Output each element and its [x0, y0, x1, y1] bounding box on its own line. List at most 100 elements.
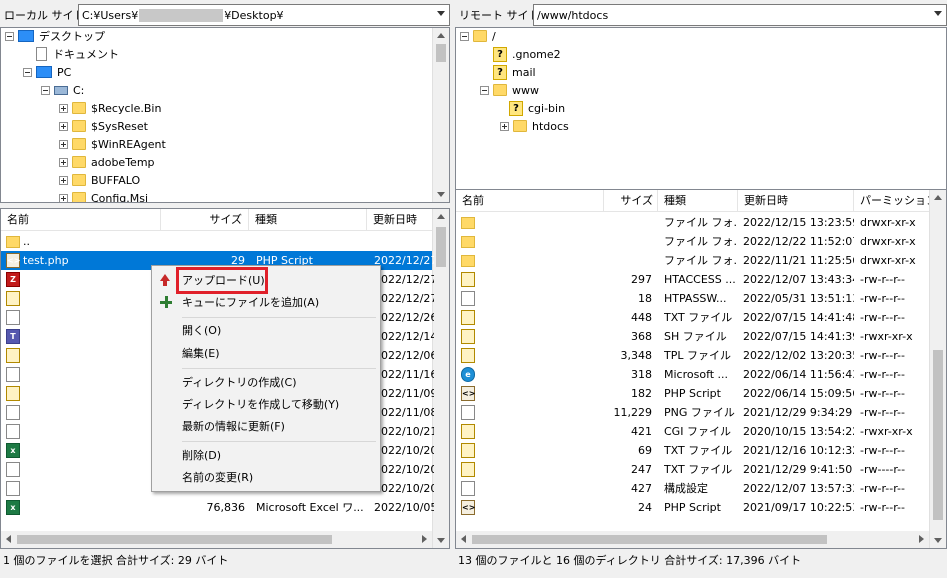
cell-modified: 2022/07/15 14:41:48 — [743, 311, 854, 324]
tree-item[interactable]: デスクトップ — [5, 28, 105, 45]
file-row[interactable]: 368 SH ファイル 2022/07/15 14:41:39 -rwxr-xr-x — [456, 327, 929, 346]
local-path-combo[interactable]: C:¥Users¥ ¥Desktop¥ — [78, 4, 450, 26]
remote-path: /www/htdocs — [537, 8, 609, 22]
tree-item[interactable]: ? mail — [480, 63, 536, 81]
cell-perm: -rw-r--r-- — [860, 292, 905, 305]
scroll-thumb[interactable] — [436, 44, 446, 62]
document-icon — [461, 291, 475, 306]
scroll-up-icon[interactable] — [437, 214, 445, 219]
scroll-thumb[interactable] — [436, 227, 446, 267]
collapse-icon[interactable] — [5, 31, 14, 41]
column-header-type[interactable]: 種類 — [249, 209, 367, 231]
document-icon — [6, 481, 20, 496]
cell-modified: 2022/11/08 — [374, 406, 434, 419]
cell-size: 11,229 — [613, 406, 653, 419]
file-row[interactable]: x 76,836 Microsoft Excel ワ... 2022/10/05 — [1, 498, 434, 517]
tree-item[interactable]: / — [460, 28, 496, 45]
file-row[interactable]: ファイル フォ... 2022/12/22 11:52:07 drwxr-xr-x — [456, 232, 929, 251]
file-row[interactable]: ファイル フォ... 2022/11/21 11:25:56 drwxr-xr-x — [456, 251, 929, 270]
expand-icon[interactable] — [59, 157, 68, 167]
collapse-icon[interactable] — [460, 31, 469, 41]
tree-item[interactable]: ? .gnome2 — [480, 45, 561, 63]
file-row[interactable]: 69 TXT ファイル 2021/12/16 10:12:32 -rw-r--r-- — [456, 441, 929, 460]
tree-item[interactable]: htdocs — [500, 117, 569, 135]
menu-item-create-directory[interactable]: ディレクトリの作成(C) — [182, 373, 297, 393]
file-row[interactable]: 421 CGI ファイル 2020/10/15 13:54:22 -rwxr-xr-x — [456, 422, 929, 441]
file-row[interactable]: <> 182 PHP Script 2022/06/14 15:09:56 -rw-r-… — [456, 384, 929, 403]
local-list-hscrollbar[interactable] — [1, 531, 432, 548]
local-list-scrollbar[interactable] — [432, 209, 449, 548]
expand-icon[interactable] — [500, 121, 509, 131]
tree-item[interactable]: ドキュメント — [23, 45, 119, 63]
file-row[interactable]: 427 構成設定 2022/12/07 13:57:33 -rw-r--r-- — [456, 479, 929, 498]
expand-icon[interactable] — [59, 175, 68, 185]
column-header-size[interactable]: サイズ — [604, 190, 658, 212]
tree-item[interactable]: ? cgi-bin — [496, 99, 565, 117]
cell-modified: 2022/11/09 — [374, 387, 434, 400]
collapse-icon[interactable] — [23, 67, 32, 77]
file-row[interactable]: 448 TXT ファイル 2022/07/15 14:41:48 -rw-r--r-- — [456, 308, 929, 327]
column-header-permissions[interactable]: パーミッション — [854, 190, 934, 212]
menu-item-rename[interactable]: 名前の変更(R) — [182, 468, 253, 488]
hscroll-thumb[interactable] — [472, 535, 827, 544]
collapse-icon[interactable] — [41, 85, 50, 95]
cell-name — [23, 346, 161, 365]
file-row[interactable]: 297 HTACCESS ... 2022/12/07 13:43:34 -rw-r-… — [456, 270, 929, 289]
folder-icon — [72, 192, 86, 202]
file-row[interactable]: 11,229 PNG ファイル 2021/12/29 9:34:29 -rw-r--r… — [456, 403, 929, 422]
menu-item-open[interactable]: 開く(O) — [182, 321, 221, 341]
column-header-modified[interactable]: 更新日時 — [738, 190, 854, 212]
column-header-type[interactable]: 種類 — [658, 190, 738, 212]
menu-item-delete[interactable]: 削除(D) — [182, 446, 221, 466]
file-row[interactable]: e 318 Microsoft ... 2022/06/14 11:56:43 -rw-… — [456, 365, 929, 384]
file-row[interactable]: 3,348 TPL ファイル 2022/12/02 13:20:35 -rw-r--r… — [456, 346, 929, 365]
chevron-down-icon[interactable] — [437, 11, 445, 16]
remote-list-scrollbar[interactable] — [929, 190, 946, 548]
column-header-name[interactable]: 名前 — [456, 190, 604, 212]
menu-item-refresh[interactable]: 最新の情報に更新(F) — [182, 417, 285, 437]
tree-item[interactable]: Config.Msi — [59, 189, 148, 202]
scroll-down-icon[interactable] — [437, 192, 445, 197]
chevron-down-icon[interactable] — [934, 11, 942, 16]
expand-icon[interactable] — [59, 193, 68, 202]
column-header-modified[interactable]: 更新日時 — [367, 209, 437, 231]
collapse-icon[interactable] — [480, 85, 489, 95]
tree-item[interactable]: PC — [23, 63, 71, 81]
scroll-right-icon[interactable] — [422, 535, 427, 543]
expand-icon[interactable] — [59, 139, 68, 149]
tree-item[interactable]: C: — [41, 81, 84, 99]
remote-path-combo[interactable]: /www/htdocs — [533, 4, 947, 26]
expand-icon[interactable] — [59, 121, 68, 131]
menu-item-edit[interactable]: 編集(E) — [182, 344, 220, 364]
tree-item[interactable]: adobeTemp — [59, 153, 155, 171]
remote-list-hscrollbar[interactable] — [456, 531, 929, 548]
scroll-thumb[interactable] — [933, 350, 943, 520]
local-tree-scrollbar[interactable] — [432, 28, 449, 202]
expand-icon[interactable] — [59, 103, 68, 113]
scroll-left-icon[interactable] — [461, 535, 466, 543]
column-header-name[interactable]: 名前 — [1, 209, 161, 231]
scroll-right-icon[interactable] — [919, 535, 924, 543]
scroll-up-icon[interactable] — [934, 195, 942, 200]
tree-item[interactable]: BUFFALO — [59, 171, 140, 189]
file-row[interactable]: 18 HTPASSW... 2022/05/31 13:51:13 -rw-r--r-… — [456, 289, 929, 308]
scroll-down-icon[interactable] — [437, 538, 445, 543]
menu-item-create-directory-and-enter[interactable]: ディレクトリを作成して移動(Y) — [182, 395, 339, 415]
column-header-size[interactable]: サイズ — [161, 209, 249, 231]
tree-item[interactable]: www — [480, 81, 539, 99]
cell-modified: 2022/12/07 13:43:34 — [743, 273, 854, 286]
cell-size: 76,836 — [206, 501, 246, 514]
tree-item[interactable]: $SysReset — [59, 117, 148, 135]
file-row[interactable]: <> 24 PHP Script 2021/09/17 10:22:53 -rw-r--… — [456, 498, 929, 517]
file-row[interactable]: .. — [1, 232, 432, 251]
scroll-left-icon[interactable] — [6, 535, 11, 543]
file-row[interactable]: 247 TXT ファイル 2021/12/29 9:41:50 -rw----r-- — [456, 460, 929, 479]
tree-item[interactable]: $WinREAgent — [59, 135, 166, 153]
scroll-down-icon[interactable] — [934, 538, 942, 543]
menu-item-add-to-queue[interactable]: キューにファイルを追加(A) — [182, 293, 319, 313]
file-row[interactable]: ファイル フォ... 2022/12/15 13:23:59 drwxr-xr-x — [456, 213, 929, 232]
cell-modified: 2022/12/27 — [374, 292, 434, 305]
hscroll-thumb[interactable] — [17, 535, 332, 544]
scroll-up-icon[interactable] — [437, 33, 445, 38]
tree-item[interactable]: $Recycle.Bin — [59, 99, 161, 117]
